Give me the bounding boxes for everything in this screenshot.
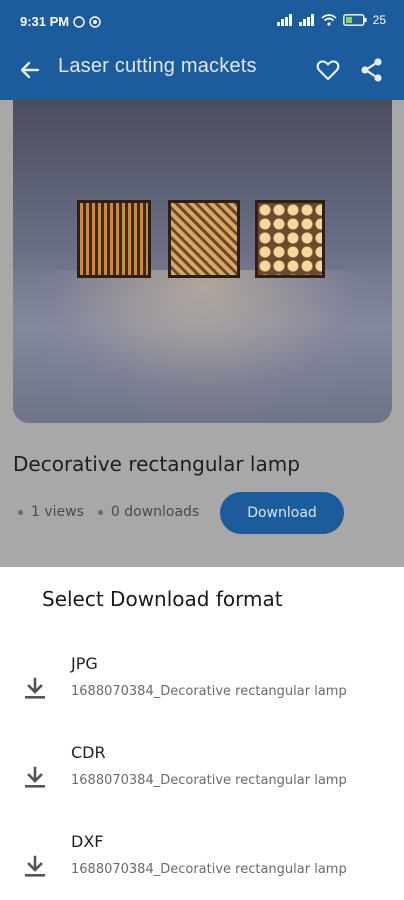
status-bar: 9:31 PM 25 [0, 0, 404, 40]
app-title: Laser cutting mackets [58, 55, 257, 77]
status-time: 9:31 PM [20, 14, 70, 29]
download-button[interactable]: Download [220, 492, 344, 534]
download-icon [25, 855, 45, 877]
sheet-title: Select Download format [42, 587, 283, 611]
lamp-image-left [77, 200, 151, 278]
product-image [13, 100, 392, 423]
format-label: JPG [71, 654, 98, 673]
views-count: 1 views [31, 504, 84, 520]
app-bar: Laser cutting mackets [0, 40, 404, 100]
lamp-image-middle [168, 200, 240, 278]
format-label: DXF [71, 832, 104, 851]
format-file-name: 1688070384_Decorative rectangular lamp [71, 684, 347, 699]
bullet-icon [97, 509, 103, 515]
format-file-name: 1688070384_Decorative rectangular lamp [71, 773, 347, 788]
back-arrow-icon[interactable] [16, 56, 44, 84]
product-title: Decorative rectangular lamp [13, 452, 300, 476]
bullet-icon [18, 509, 23, 515]
share-icon[interactable] [358, 56, 386, 84]
download-format-sheet: Select Download format JPG 1688070384_De… [0, 567, 404, 900]
wifi-icon [321, 14, 337, 26]
signal-icon [276, 14, 292, 26]
battery-level: 25 [372, 13, 386, 27]
download-icon [25, 766, 45, 788]
format-option-jpg[interactable]: JPG 1688070384_Decorative rectangular la… [0, 654, 404, 734]
battery-icon [342, 14, 367, 26]
notification-icon [89, 15, 101, 28]
format-file-name: 1688070384_Decorative rectangular lamp [71, 862, 347, 877]
download-icon [25, 677, 45, 699]
downloads-count: 0 downloads [110, 504, 200, 520]
format-option-dxf[interactable]: DXF 1688070384_Decorative rectangular la… [0, 832, 404, 900]
format-label: CDR [71, 743, 106, 762]
heart-icon[interactable] [314, 56, 342, 84]
product-detail: Decorative rectangular lamp 1 views 0 do… [0, 100, 404, 567]
format-option-cdr[interactable]: CDR 1688070384_Decorative rectangular la… [0, 743, 404, 823]
image-reflection [13, 270, 392, 423]
product-stats: 1 views 0 downloads [18, 504, 213, 520]
whatsapp-icon [73, 15, 85, 28]
signal-icon-2 [298, 14, 314, 26]
lamp-image-right [255, 200, 325, 278]
